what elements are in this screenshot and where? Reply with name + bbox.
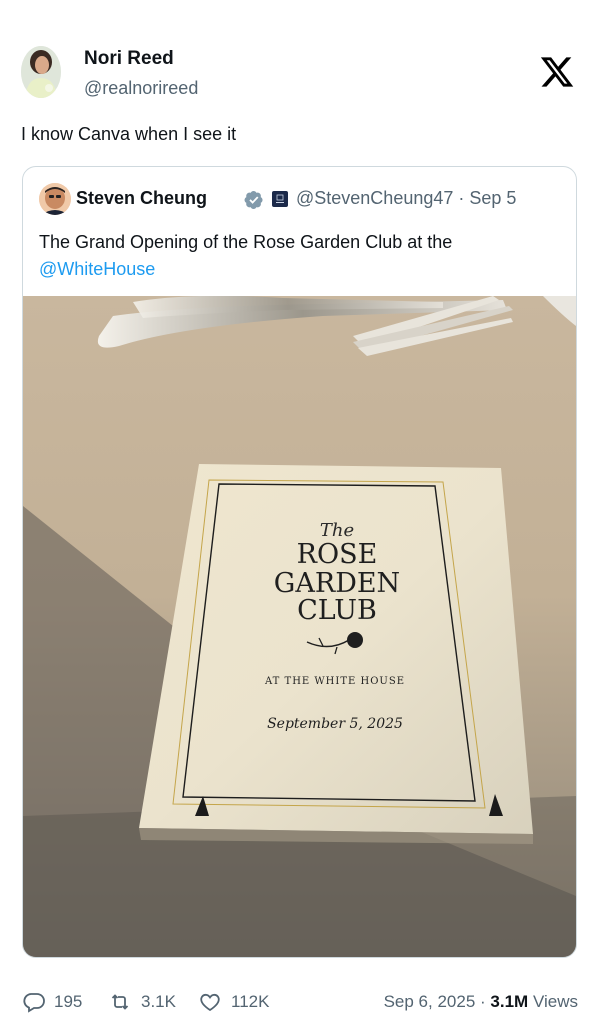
quoted-tweet[interactable]: Steven Cheung @StevenCheung47 · Sep 5 Th… bbox=[22, 166, 577, 958]
affiliate-badge-icon bbox=[272, 191, 288, 207]
tweet-meta: Sep 6, 2025 · 3.1M Views bbox=[384, 992, 578, 1012]
like-button[interactable]: 112K bbox=[198, 988, 274, 1016]
card-the: The bbox=[320, 520, 354, 541]
repost-button[interactable]: 3.1K bbox=[108, 988, 178, 1016]
tweet-header: Nori Reed @realnorireed bbox=[21, 44, 578, 100]
like-count: 112K bbox=[231, 992, 270, 1011]
repost-icon bbox=[111, 994, 129, 1010]
card-arc-text: AT THE WHITE HOUSE bbox=[264, 676, 405, 687]
tweet-actions: 195 3.1K 112K Sep 6, 2025 · 3.1M Views bbox=[22, 988, 579, 1016]
card-line-3: CLUB bbox=[297, 595, 377, 626]
like-icon bbox=[200, 993, 220, 1012]
tweet-date[interactable]: Sep 6, 2025 bbox=[384, 992, 476, 1011]
quoted-author-name[interactable]: Steven Cheung bbox=[76, 188, 207, 209]
quoted-text: The Grand Opening of the Rose Garden Clu… bbox=[39, 229, 559, 283]
verified-badge-icon bbox=[244, 190, 264, 210]
author-handle[interactable]: @realnorireed bbox=[84, 78, 198, 99]
quoted-text-body: The Grand Opening of the Rose Garden Clu… bbox=[39, 232, 453, 252]
invitation-card: The ROSE GARDEN CLUB AT THE WHITE HOUSE … bbox=[139, 464, 533, 844]
x-logo-icon[interactable] bbox=[539, 54, 575, 90]
reply-count: 195 bbox=[54, 992, 83, 1011]
card-line-1: ROSE bbox=[297, 539, 378, 570]
views-count: 3.1M bbox=[490, 992, 529, 1011]
author-name[interactable]: Nori Reed bbox=[84, 48, 174, 70]
tweet-text: I know Canva when I see it bbox=[21, 124, 237, 144]
reply-icon bbox=[23, 993, 45, 1013]
quoted-handle-date[interactable]: @StevenCheung47 · Sep 5 bbox=[296, 188, 516, 209]
author-avatar[interactable] bbox=[21, 46, 61, 98]
views-label: Views bbox=[532, 992, 578, 1011]
quoted-header: Steven Cheung @StevenCheung47 · Sep 5 bbox=[39, 183, 559, 215]
card-date: September 5, 2025 bbox=[267, 716, 403, 732]
reply-button[interactable]: 195 bbox=[22, 988, 88, 1016]
quoted-avatar[interactable] bbox=[39, 183, 71, 215]
meta-separator: · bbox=[480, 992, 486, 1011]
mention-link[interactable]: @WhiteHouse bbox=[39, 259, 155, 279]
repost-count: 3.1K bbox=[141, 992, 176, 1011]
quoted-photo[interactable]: The ROSE GARDEN CLUB AT THE WHITE HOUSE … bbox=[23, 296, 576, 957]
